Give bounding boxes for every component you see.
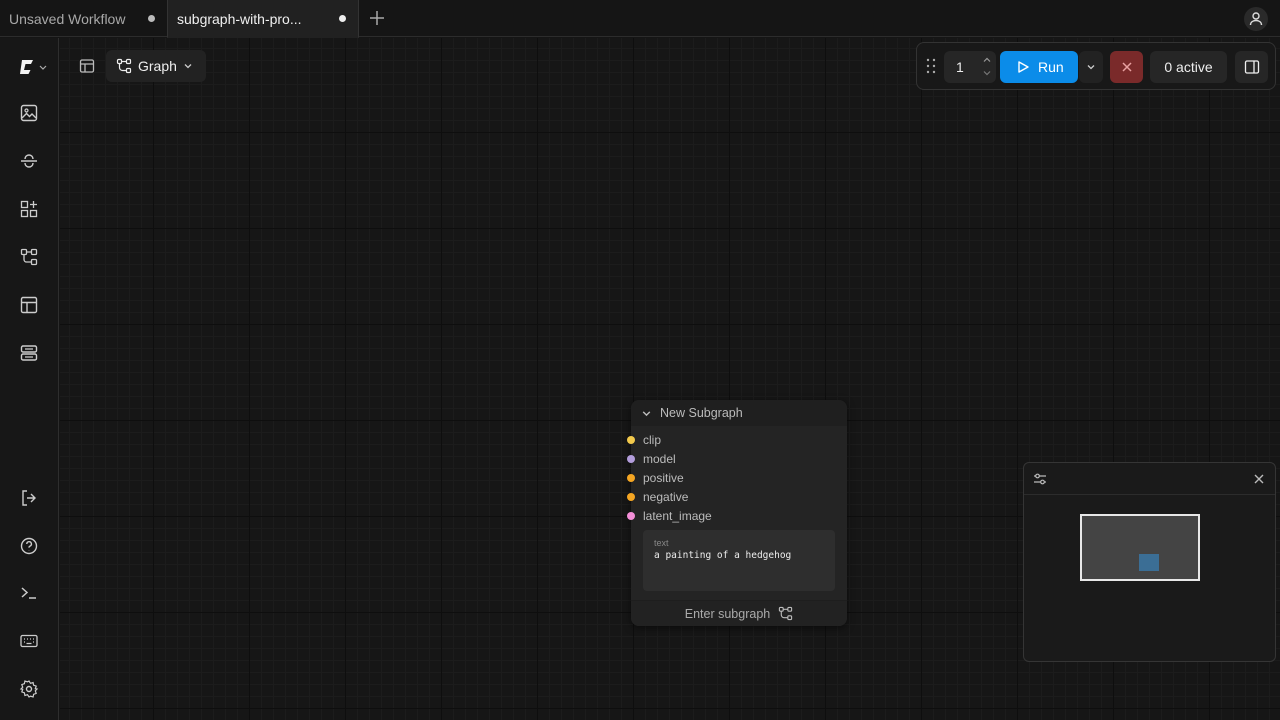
close-icon[interactable] [1253,473,1265,485]
slot-label: clip [643,432,662,447]
node-title: New Subgraph [660,406,743,420]
enter-subgraph-button[interactable]: Enter subgraph [631,600,847,626]
slot-dot-icon[interactable] [627,474,635,482]
templates-icon [20,296,38,314]
active-jobs-button[interactable]: 0 active [1150,51,1227,83]
new-tab-button[interactable] [366,7,388,29]
plus-icon [370,11,384,25]
tab-unsaved-workflow[interactable]: Unsaved Workflow [0,0,167,37]
models-icon [21,154,37,168]
tab-label: Unsaved Workflow [9,10,126,27]
tab-label: subgraph-with-pro... [177,10,302,27]
images-icon [20,104,38,122]
active-jobs-label: 0 active [1164,59,1213,75]
play-icon [1018,61,1029,73]
widget-value[interactable]: a painting of a hedgehog [654,550,824,561]
sidebar-item-settings[interactable] [17,677,41,701]
terminal-icon [21,587,36,599]
sidebar-item-templates[interactable] [17,293,41,317]
run-toolbar: 1 Run 0 active [916,42,1276,90]
view-mode-label: Graph [138,58,177,74]
modified-dot-icon[interactable] [148,15,155,22]
canvas-toolbar: Graph [74,50,206,82]
toggle-right-panel-button[interactable] [1235,51,1268,83]
keyboard-icon [20,634,38,648]
logout-icon [22,490,36,506]
sidebar-item-models[interactable] [17,149,41,173]
sidebar-item-workflows[interactable] [17,245,41,269]
graph-icon [116,58,132,74]
slot-dot-icon[interactable] [627,436,635,444]
help-icon [20,537,38,555]
logo-menu-button[interactable] [16,55,48,79]
queue-count-stepper[interactable]: 1 [944,51,996,83]
nodes-icon [20,200,38,218]
slot-dot-icon[interactable] [627,493,635,501]
chevron-down-icon [184,64,192,69]
subgraph-node[interactable]: New Subgraph clip model positive negativ… [627,400,847,626]
sidebar-right-icon [1244,60,1259,74]
slot-label: model [643,451,676,466]
subgraph-icon [779,606,793,621]
chevron-down-icon[interactable] [982,68,992,78]
input-slot-model[interactable]: model [627,449,676,468]
run-options-dropdown[interactable] [1079,51,1103,83]
user-account-button[interactable] [1244,7,1268,31]
settings-icon [19,680,39,698]
run-label: Run [1038,59,1064,75]
close-icon [1121,62,1132,72]
chevron-down-icon[interactable] [641,408,652,419]
run-button[interactable]: Run [1000,51,1078,83]
sidebar-item-queue[interactable] [17,341,41,365]
minimap-header [1024,463,1275,495]
chevron-down-icon [1087,65,1095,70]
slot-dot-icon[interactable] [627,455,635,463]
chevron-up-icon[interactable] [982,55,992,65]
sidebar-item-nodes[interactable] [17,197,41,221]
sidebar [0,38,59,720]
drag-handle-icon[interactable] [925,57,937,75]
layout-panel-icon [79,59,95,73]
slot-dot-icon[interactable] [627,512,635,520]
user-icon [1249,12,1263,26]
tab-subgraph-with-pro[interactable]: subgraph-with-pro... [167,0,359,38]
input-slot-negative[interactable]: negative [627,487,689,506]
sidebar-item-keyboard[interactable] [17,629,41,653]
minimap-panel[interactable] [1023,462,1276,662]
sidebar-item-logout[interactable] [17,486,41,510]
slot-label: latent_image [643,508,712,523]
input-slot-clip[interactable]: clip [627,430,662,449]
queue-icon [20,345,38,361]
sidebar-item-help[interactable] [17,534,41,558]
workflows-icon [20,248,38,266]
logo-icon [20,60,47,74]
view-mode-dropdown[interactable]: Graph [106,50,206,82]
slot-label: negative [643,489,689,504]
node-header[interactable]: New Subgraph [631,400,847,426]
queue-count-value: 1 [956,59,964,75]
minimap-node [1139,554,1159,571]
slot-label: positive [643,470,684,485]
input-slot-positive[interactable]: positive [627,468,684,487]
widget-label: text [654,538,669,548]
cancel-run-button[interactable] [1110,51,1143,83]
modified-dot-icon[interactable] [339,15,346,22]
enter-subgraph-label: Enter subgraph [684,606,771,621]
tab-bar: Unsaved Workflow subgraph-with-pro... [0,0,1280,38]
toggle-panel-button[interactable] [74,50,100,82]
input-slot-latent-image[interactable]: latent_image [627,506,712,525]
sidebar-item-images[interactable] [17,101,41,125]
sliders-icon[interactable] [1033,472,1047,486]
sidebar-item-terminal[interactable] [17,581,41,605]
text-widget[interactable]: text a painting of a hedgehog [643,530,835,591]
